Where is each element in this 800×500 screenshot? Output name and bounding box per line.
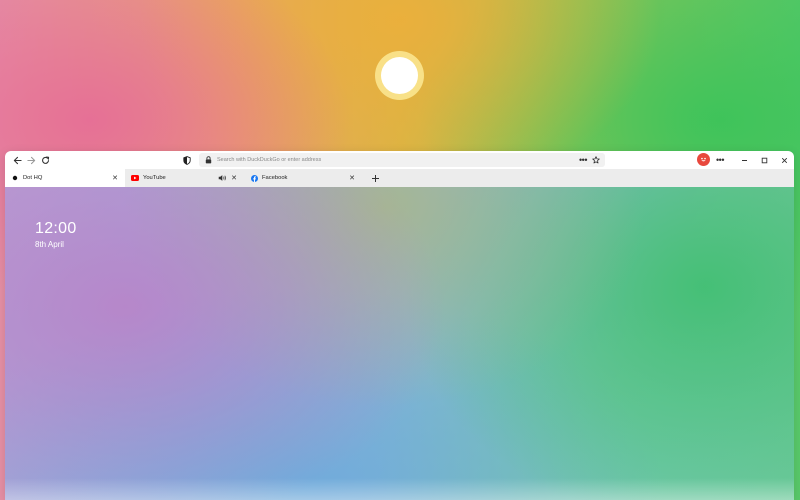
tab-title: Facebook (262, 175, 288, 181)
smiley-face-icon (701, 157, 706, 162)
lock-icon (202, 154, 214, 166)
browser-window: ••• ••• (5, 151, 794, 500)
speaker-audio-icon[interactable] (217, 173, 227, 183)
minimize-icon (741, 159, 747, 161)
forward-button[interactable] (24, 153, 38, 167)
new-tab-button[interactable] (368, 171, 382, 185)
tab-title: Dot HQ (23, 175, 43, 181)
assistant-orb-core (381, 57, 418, 94)
minimize-window-button[interactable] (738, 154, 750, 166)
close-icon (781, 157, 787, 163)
reload-button[interactable] (38, 153, 52, 167)
clock-date: 8th April (35, 240, 64, 249)
assistant-orb[interactable] (375, 51, 424, 100)
close-tab-icon[interactable]: ✕ (229, 173, 239, 183)
back-button[interactable] (10, 153, 24, 167)
main-menu-button[interactable]: ••• (714, 154, 726, 166)
arrow-right-icon (26, 156, 35, 164)
tab-strip: Dot HQ ✕ YouTube ✕ Facebook ✕ (5, 169, 794, 187)
page-bottom-fade (5, 478, 794, 500)
close-tab-icon[interactable]: ✕ (110, 173, 120, 183)
clock-time: 12:00 (35, 220, 77, 237)
maximize-icon (761, 157, 767, 163)
shield-icon (183, 155, 191, 165)
youtube-favicon-icon (131, 174, 139, 182)
tab-dot-hq[interactable]: Dot HQ ✕ (5, 169, 125, 187)
plus-icon (371, 174, 379, 182)
address-input[interactable] (217, 154, 567, 166)
star-bookmark-icon[interactable] (590, 154, 602, 166)
tab-title: YouTube (143, 175, 166, 181)
more-horizontal-icon[interactable]: ••• (577, 154, 589, 166)
address-bar[interactable]: ••• (199, 153, 605, 167)
browser-toolbar: ••• ••• (5, 151, 794, 169)
facebook-favicon-icon (250, 174, 258, 182)
tab-facebook[interactable]: Facebook ✕ (244, 169, 362, 187)
tab-youtube[interactable]: YouTube ✕ (125, 169, 244, 187)
profile-avatar-button[interactable] (697, 153, 710, 166)
tracking-protection-button[interactable] (181, 154, 193, 166)
arrow-left-icon (13, 156, 22, 164)
dot-favicon-icon (11, 174, 19, 182)
maximize-window-button[interactable] (758, 154, 770, 166)
close-tab-icon[interactable]: ✕ (347, 173, 357, 183)
new-tab-page: 12:00 8th April (5, 187, 794, 500)
reload-icon (41, 156, 49, 164)
close-window-button[interactable] (778, 154, 790, 166)
